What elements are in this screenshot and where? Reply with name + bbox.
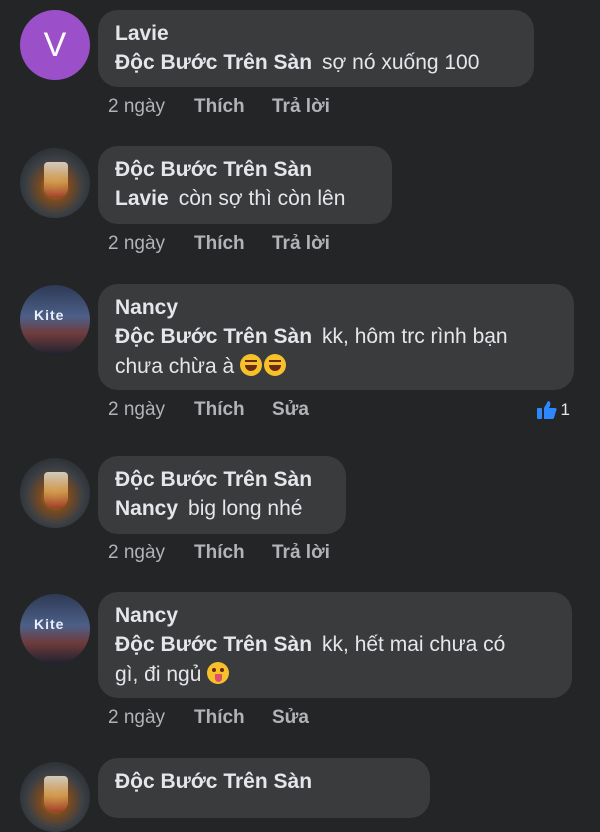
comment-time[interactable]: 2 ngày — [108, 399, 194, 421]
comment-body: sợ nó xuống 100 — [322, 51, 480, 74]
avatar[interactable]: Kite — [20, 594, 90, 664]
comment-actions: 2 ngày Thích Trả lời — [108, 233, 330, 255]
avatar[interactable] — [20, 148, 90, 218]
comment-actions: 2 ngày Thích Trả lời — [108, 96, 330, 118]
like-link[interactable]: Thích — [194, 233, 272, 255]
comment-bubble[interactable]: Độc Bước Trên Sàn Nancy big long nhé — [98, 456, 346, 534]
avatar[interactable] — [20, 458, 90, 528]
mention-tag[interactable]: Lavie — [115, 187, 169, 210]
avatar-image-text: Kite — [34, 307, 65, 323]
comment-text: Độc Bước Trên Sàn kk, hôm trc rình bạn — [115, 322, 556, 352]
comment-text: Độc Bước Trên Sàn kk, hết mai chưa có — [115, 630, 554, 660]
comment-text: Lavie còn sợ thì còn lên — [115, 184, 374, 214]
comment-body: còn sợ thì còn lên — [178, 187, 346, 210]
mention-tag[interactable]: Nancy — [115, 497, 178, 520]
reply-link[interactable]: Trả lời — [272, 233, 330, 255]
comment-body-line2: gì, đi ngủ — [115, 663, 202, 686]
comment-body-line2: chưa chừa à — [115, 355, 235, 378]
comment-author[interactable]: Độc Bước Trên Sàn — [115, 768, 412, 796]
mention-tag[interactable]: Độc Bước Trên Sàn — [115, 633, 312, 656]
comment-author[interactable]: Nancy — [115, 294, 556, 322]
edit-link[interactable]: Sửa — [272, 707, 309, 729]
comment-time[interactable]: 2 ngày — [108, 707, 194, 729]
comment-author[interactable]: Nancy — [115, 602, 554, 630]
rolling-laughing-emoji-icon — [240, 354, 263, 376]
reaction-summary[interactable]: 1 — [536, 400, 570, 420]
comment-time[interactable]: 2 ngày — [108, 96, 194, 118]
mention-tag[interactable]: Độc Bước Trên Sàn — [115, 51, 312, 74]
like-link[interactable]: Thích — [194, 96, 272, 118]
reply-link[interactable]: Trả lời — [272, 96, 330, 118]
reply-link[interactable]: Trả lời — [272, 542, 330, 564]
comment-actions: 2 ngày Thích Sửa — [108, 399, 309, 421]
like-link[interactable]: Thích — [194, 399, 272, 421]
comment-text: Nancy big long nhé — [115, 494, 328, 524]
comment-actions: 2 ngày Thích Trả lời — [108, 542, 330, 564]
edit-link[interactable]: Sửa — [272, 399, 309, 421]
like-link[interactable]: Thích — [194, 707, 272, 729]
comment-body: big long nhé — [188, 497, 303, 520]
thumbs-up-icon — [536, 401, 557, 419]
comment-author[interactable]: Độc Bước Trên Sàn — [115, 466, 328, 494]
avatar[interactable]: Kite — [20, 285, 90, 355]
rolling-laughing-emoji-icon — [264, 354, 287, 376]
comment-author[interactable]: Độc Bước Trên Sàn — [115, 156, 374, 184]
like-link[interactable]: Thích — [194, 542, 272, 564]
comment-body-line1: kk, hôm trc rình bạn — [322, 325, 508, 348]
face-with-tongue-emoji-icon — [207, 662, 230, 684]
comment-bubble[interactable]: Lavie Độc Bước Trên Sàn sợ nó xuống 100 — [98, 10, 534, 87]
comment-body-line1: kk, hết mai chưa có — [322, 633, 506, 656]
comment-text-line2: chưa chừa à — [115, 352, 556, 382]
mention-tag[interactable]: Độc Bước Trên Sàn — [115, 325, 312, 348]
avatar-image-text: Kite — [34, 616, 65, 632]
comment-bubble[interactable]: Nancy Độc Bước Trên Sàn kk, hết mai chưa … — [98, 592, 572, 698]
comment-time[interactable]: 2 ngày — [108, 233, 194, 255]
comment-bubble[interactable]: Độc Bước Trên Sàn Lavie còn sợ thì còn lê… — [98, 146, 392, 224]
comment-bubble[interactable]: Độc Bước Trên Sàn — [98, 758, 430, 818]
reaction-count: 1 — [560, 400, 570, 419]
comment-text-line2: gì, đi ngủ — [115, 660, 554, 690]
comment-author[interactable]: Lavie — [115, 20, 516, 48]
comment-text: Độc Bước Trên Sàn sợ nó xuống 100 — [115, 48, 516, 78]
comment-time[interactable]: 2 ngày — [108, 542, 194, 564]
comment-actions: 2 ngày Thích Sửa — [108, 707, 309, 729]
comment-bubble[interactable]: Nancy Độc Bước Trên Sàn kk, hôm trc rình … — [98, 284, 574, 390]
avatar[interactable]: V — [20, 10, 90, 80]
avatar[interactable] — [20, 762, 90, 832]
